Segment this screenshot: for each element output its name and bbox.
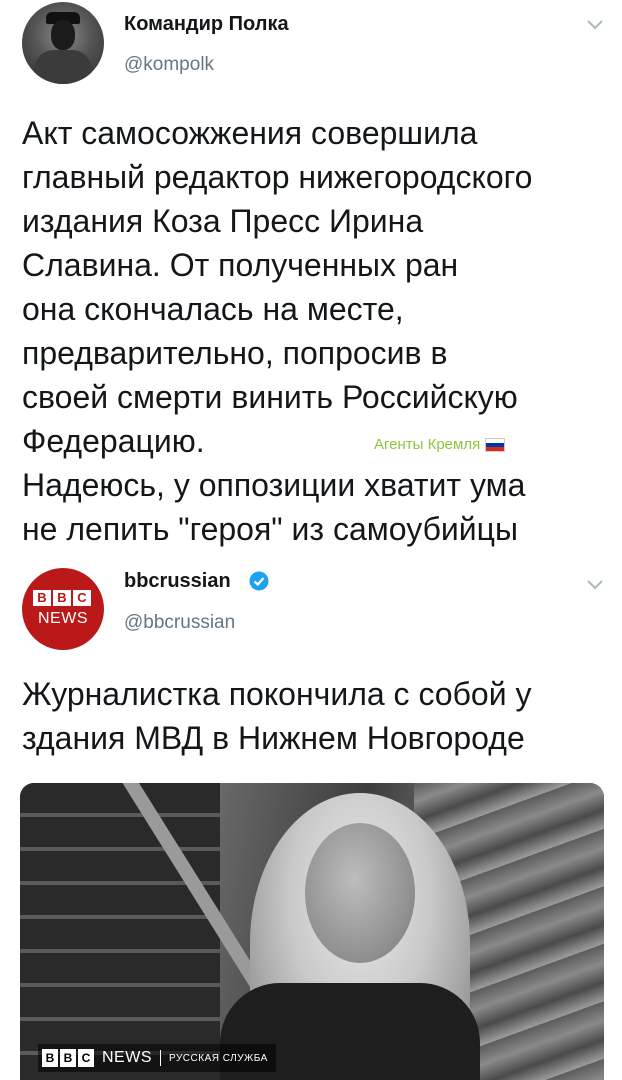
tweet-photo[interactable]: [20, 783, 604, 1080]
bbc-logo-letter: B: [60, 1049, 76, 1067]
author-handle[interactable]: @bbcrussian: [124, 612, 235, 634]
photo-person-face: [305, 823, 415, 963]
tweet-text: Журналистка покончила с собой у здания М…: [22, 672, 607, 760]
author-name[interactable]: bbcrussian: [124, 570, 231, 593]
verified-icon: [249, 571, 269, 591]
bbc-logo-news: NEWS: [38, 610, 88, 627]
bbc-logo: B B C: [33, 590, 91, 606]
photo-stairs: [20, 783, 220, 1080]
tweet-line: здания МВД в Нижнем Новгороде: [22, 720, 525, 756]
bbc-logo-letter: B: [33, 590, 51, 606]
bbc-news-banner: B B C NEWS РУССКАЯ СЛУЖБА: [38, 1044, 276, 1072]
banner-divider: [160, 1050, 161, 1066]
tweet-line: Журналистка покончила с собой у: [22, 676, 532, 712]
bbc-logo-letter: C: [78, 1049, 94, 1067]
chevron-down-icon[interactable]: [584, 576, 606, 592]
tweet-bbcrussian: B B C NEWS bbcrussian @bbcrussian Журнал…: [0, 0, 622, 1080]
banner-service: РУССКАЯ СЛУЖБА: [169, 1052, 268, 1064]
bbc-logo-letter: B: [42, 1049, 58, 1067]
bbc-logo-letter: B: [53, 590, 71, 606]
banner-news: NEWS: [102, 1049, 152, 1066]
bbc-logo-letter: C: [73, 590, 91, 606]
bbc-logo: B B C: [42, 1049, 94, 1067]
avatar[interactable]: B B C NEWS: [22, 568, 104, 650]
